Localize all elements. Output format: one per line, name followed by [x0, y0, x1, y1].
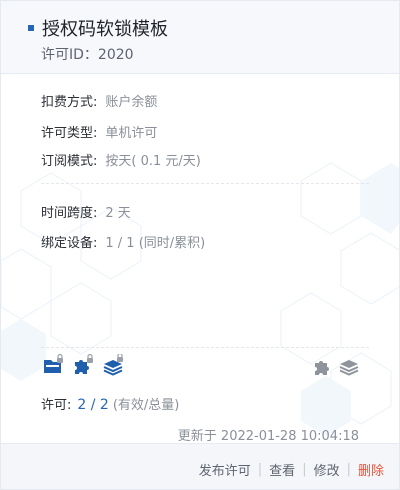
- title-marker: [28, 25, 34, 31]
- license-type-label: 许可类型:: [41, 126, 98, 141]
- title-row: 授权码软锁模板: [28, 15, 168, 41]
- layers-icon[interactable]: [338, 356, 360, 378]
- license-type-row: 许可类型: 单机许可: [41, 122, 157, 141]
- icons-divider: [41, 347, 369, 348]
- feature-icons: [43, 354, 125, 376]
- puzzle-icon[interactable]: [312, 356, 334, 378]
- billing-row: 扣费方式: 账户余额: [41, 91, 157, 110]
- subscription-label: 订阅模式:: [41, 154, 98, 169]
- updated-timestamp: 更新于 2022-01-28 10:04:18: [177, 429, 359, 444]
- section-divider: [41, 183, 369, 184]
- license-label: 许可:: [41, 398, 72, 413]
- card-footer: 发布许可 | 查看 | 修改 | 删除: [1, 443, 399, 489]
- folder-lock-icon[interactable]: [43, 354, 65, 376]
- card-header: 授权码软锁模板 许可ID：2020: [1, 1, 399, 74]
- billing-value: 账户余额: [105, 95, 158, 110]
- view-button[interactable]: 查看: [269, 460, 295, 479]
- action-separator: |: [257, 462, 263, 477]
- subscription-value: 按天( 0.1 元/天): [105, 154, 201, 169]
- edit-button[interactable]: 修改: [314, 460, 340, 479]
- action-separator: |: [346, 462, 351, 477]
- publish-license-button[interactable]: 发布许可: [199, 460, 251, 479]
- license-note: (有效/总量): [112, 398, 180, 413]
- license-count-row: 许可: 2 / 2 (有效/总量): [41, 394, 179, 413]
- delete-button[interactable]: 删除: [358, 460, 384, 479]
- time-span-row: 时间跨度: 2 天: [41, 202, 131, 221]
- action-links: 发布许可 | 查看 | 修改 | 删除: [199, 460, 384, 479]
- puzzle-lock-icon[interactable]: [73, 354, 95, 376]
- bound-devices-label: 绑定设备:: [41, 236, 98, 251]
- bound-devices-value: 1 / 1 (同时/累积): [105, 236, 206, 251]
- time-span-label: 时间跨度:: [41, 206, 98, 221]
- inactive-feature-icons: [312, 356, 360, 378]
- license-type-value: 单机许可: [105, 126, 158, 141]
- time-span-value: 2 天: [105, 206, 131, 221]
- license-template-card: 授权码软锁模板 许可ID：2020 扣费方式: 账户余额 许可类型: 单机许可 订阅…: [0, 0, 400, 490]
- subscription-row: 订阅模式: 按天( 0.1 元/天): [41, 150, 201, 169]
- bound-devices-row: 绑定设备: 1 / 1 (同时/累积): [41, 232, 205, 251]
- card-title: 授权码软锁模板: [42, 19, 168, 40]
- billing-label: 扣费方式:: [41, 95, 98, 110]
- license-count: 2 / 2: [77, 397, 109, 413]
- layers-lock-icon[interactable]: [103, 354, 125, 376]
- action-separator: |: [302, 462, 307, 477]
- license-id: 许可ID：2020: [41, 47, 134, 63]
